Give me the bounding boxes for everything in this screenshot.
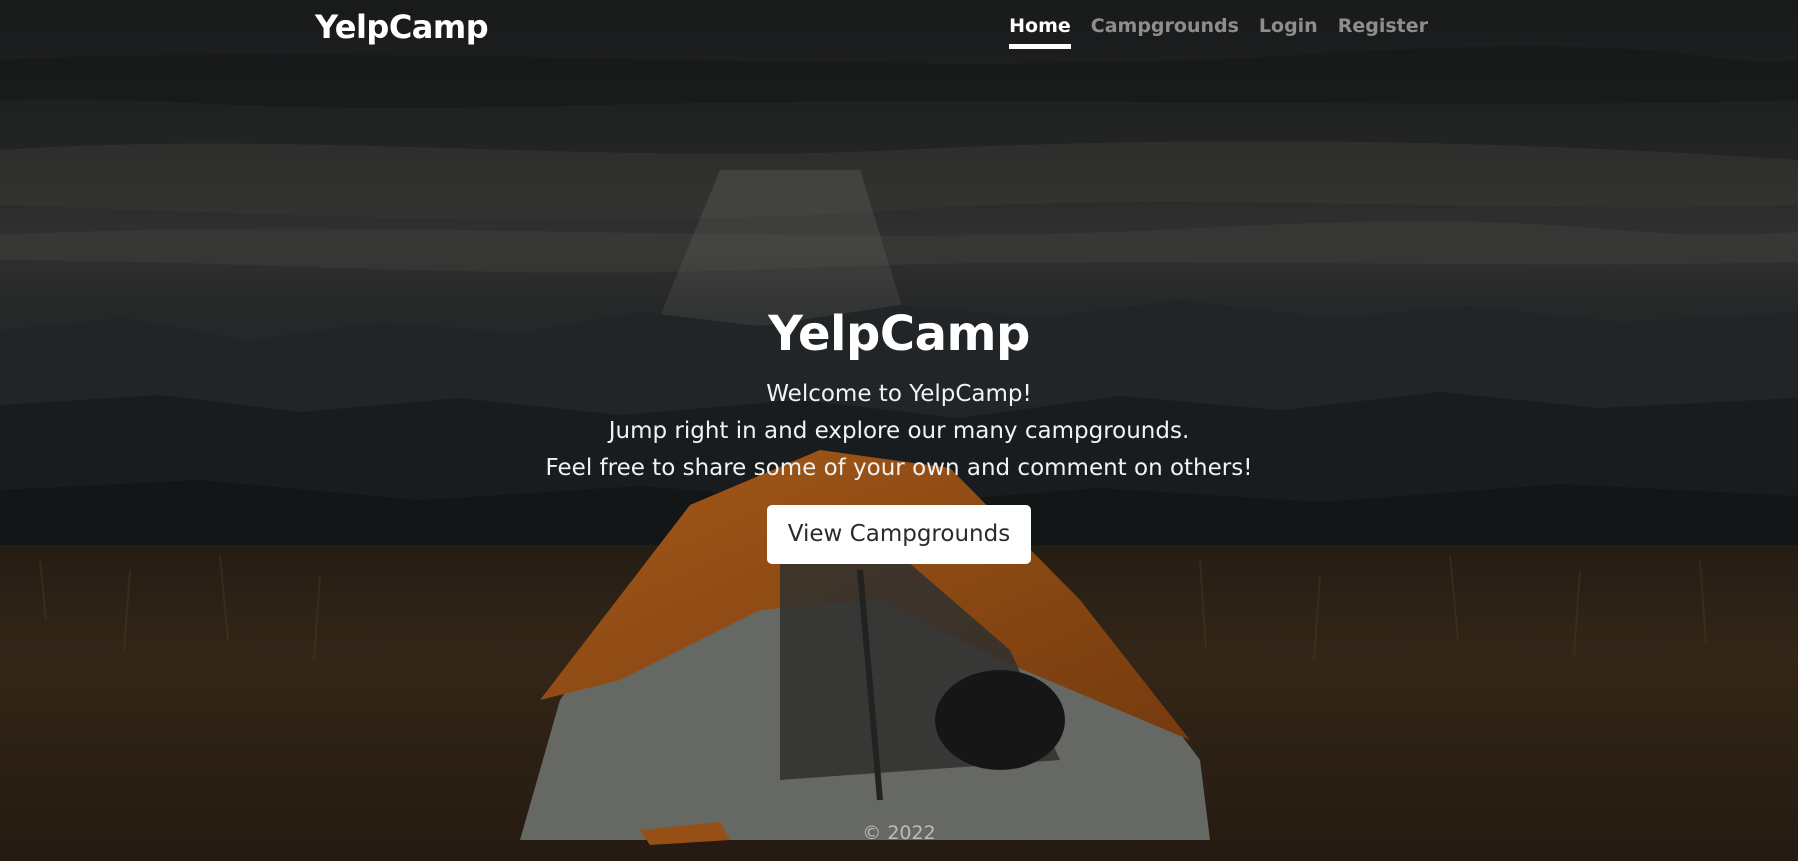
top-navbar: YelpCamp Home Campgrounds Login Register <box>0 0 1798 56</box>
nav-link-login[interactable]: Login <box>1259 14 1318 49</box>
view-campgrounds-button[interactable]: View Campgrounds <box>766 505 1032 564</box>
nav-link-register[interactable]: Register <box>1338 14 1428 49</box>
hero-share-text: Feel free to share some of your own and … <box>545 455 1253 481</box>
hero-explore-text: Jump right in and explore our many campg… <box>608 418 1190 444</box>
hero-section: YelpCamp Welcome to YelpCamp! Jump right… <box>0 300 1798 564</box>
hero-welcome-text: Welcome to YelpCamp! <box>766 381 1032 407</box>
hero-description: Welcome to YelpCamp! Jump right in and e… <box>0 376 1798 487</box>
nav-links: Home Campgrounds Login Register <box>1009 14 1428 49</box>
hero-title: YelpCamp <box>768 306 1030 362</box>
landing-page: YelpCamp Home Campgrounds Login Register… <box>0 0 1798 861</box>
nav-link-campgrounds[interactable]: Campgrounds <box>1091 14 1239 49</box>
nav-link-home[interactable]: Home <box>1009 14 1071 49</box>
brand-logo-link[interactable]: YelpCamp <box>315 8 489 46</box>
footer-copyright: © 2022 <box>862 822 936 844</box>
